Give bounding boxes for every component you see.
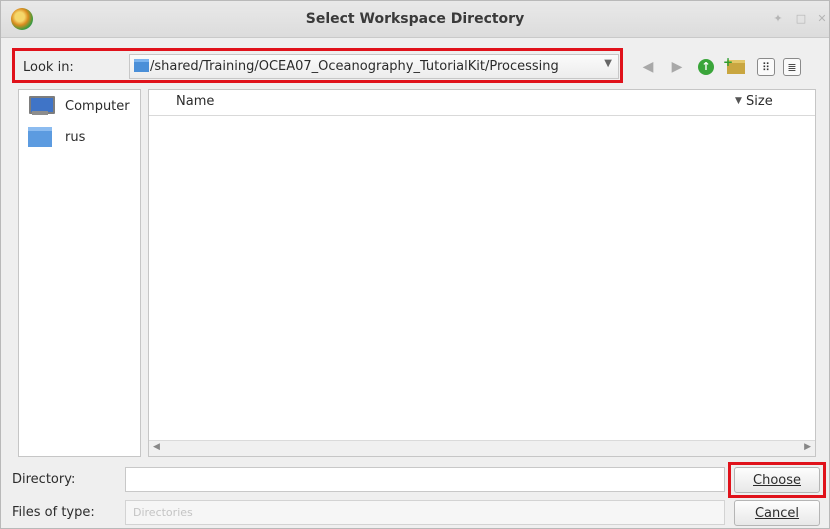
computer-icon	[28, 96, 55, 116]
files-of-type-combo[interactable]: Directories	[125, 500, 725, 525]
file-dialog-window: Select Workspace Directory ✦ □ ✕ Look in…	[0, 0, 830, 529]
column-header-row: Name ▼ Size	[149, 90, 815, 116]
close-icon[interactable]: ✕	[815, 12, 829, 26]
column-header-size[interactable]: Size	[746, 94, 773, 109]
sidebar-item-computer[interactable]: Computer	[28, 94, 130, 118]
sort-descending-icon: ▼	[735, 96, 742, 106]
sidebar-item-label: Computer	[65, 98, 130, 114]
icon-view-icon[interactable]: ⠿	[757, 58, 775, 76]
column-header-name[interactable]: Name	[176, 94, 214, 109]
sidebar-item-rus[interactable]: rus	[28, 125, 85, 149]
new-folder-icon[interactable]	[723, 55, 747, 78]
back-icon[interactable]: ◀	[637, 56, 659, 78]
choose-highlight	[728, 462, 826, 498]
scroll-right-icon[interactable]: ▶	[804, 442, 811, 452]
places-sidebar: Computer rus	[18, 89, 141, 457]
horizontal-scrollbar[interactable]: ◀ ▶	[149, 440, 815, 456]
home-folder-icon	[28, 127, 52, 147]
directory-input[interactable]	[125, 467, 725, 492]
directory-label: Directory:	[12, 472, 76, 487]
title-bar[interactable]: Select Workspace Directory ✦ □ ✕	[1, 1, 829, 38]
forward-icon[interactable]: ▶	[666, 56, 688, 78]
files-of-type-value: Directories	[133, 506, 193, 519]
window-title: Select Workspace Directory	[305, 11, 525, 27]
files-of-type-label: Files of type:	[12, 505, 95, 520]
sidebar-item-label: rus	[65, 129, 86, 145]
detail-view-icon[interactable]: ≣	[783, 58, 801, 76]
file-list[interactable]: Name ▼ Size ◀ ▶	[148, 89, 816, 457]
look-in-highlight	[12, 48, 623, 83]
scroll-left-icon[interactable]: ◀	[153, 442, 160, 452]
up-folder-icon[interactable]: ↑	[695, 56, 717, 78]
minimize-icon[interactable]: ✦	[771, 12, 785, 26]
cancel-button[interactable]: Cancel	[734, 500, 820, 526]
maximize-icon[interactable]: □	[794, 12, 808, 26]
